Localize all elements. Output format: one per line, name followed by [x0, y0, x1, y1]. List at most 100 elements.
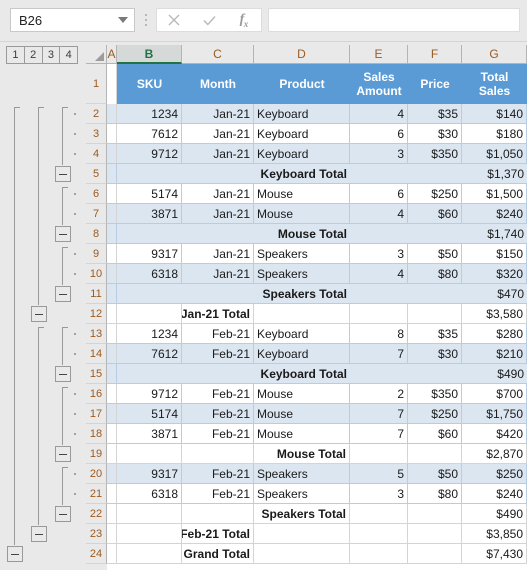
- column-a-blank-cell[interactable]: [107, 324, 117, 343]
- cell-month[interactable]: Jan-21: [182, 244, 254, 263]
- outline-collapse-button-row-24[interactable]: [7, 546, 23, 562]
- cell-total-sales[interactable]: $150: [462, 244, 527, 263]
- cell-blank-e[interactable]: [350, 304, 408, 323]
- cell-blank-f[interactable]: [408, 164, 462, 183]
- cell-total-sales[interactable]: $420: [462, 424, 527, 443]
- column-header-d[interactable]: D: [254, 45, 350, 64]
- cell-subtotal-label[interactable]: Grand Total: [182, 544, 254, 563]
- cell-blank-f[interactable]: [408, 364, 462, 383]
- header-cell-price[interactable]: Price: [408, 64, 462, 104]
- column-a-blank-cell[interactable]: [107, 504, 117, 523]
- cell-blank-c[interactable]: [182, 364, 254, 383]
- header-cell-total-sales[interactable]: Total Sales: [462, 64, 527, 104]
- cell-blank-c[interactable]: [182, 444, 254, 463]
- cell-subtotal-label[interactable]: Keyboard Total: [254, 364, 350, 383]
- cell-sku[interactable]: 9712: [117, 384, 182, 403]
- row-header-15[interactable]: 15: [86, 364, 107, 384]
- cell-blank-b[interactable]: [117, 524, 182, 543]
- cell-price[interactable]: $350: [408, 144, 462, 163]
- column-a-blank-cell[interactable]: [107, 284, 117, 303]
- header-cell-product[interactable]: Product: [254, 64, 350, 104]
- cell-blank-b[interactable]: [117, 164, 182, 183]
- column-a-blank-cell[interactable]: [107, 264, 117, 283]
- column-a-blank-cell[interactable]: [107, 464, 117, 483]
- cell-product[interactable]: Speakers: [254, 464, 350, 483]
- cell-sales-amount[interactable]: 5: [350, 464, 408, 483]
- formula-input[interactable]: [268, 8, 520, 32]
- cell-blank-f[interactable]: [408, 504, 462, 523]
- cell-sales-amount[interactable]: 6: [350, 124, 408, 143]
- cell-sales-amount[interactable]: 4: [350, 264, 408, 283]
- outline-collapse-button-row-23[interactable]: [31, 526, 47, 542]
- row-header-18[interactable]: 18: [86, 424, 107, 444]
- header-cell-sales-amount[interactable]: Sales Amount: [350, 64, 408, 104]
- column-header-c[interactable]: C: [182, 45, 254, 64]
- cell-product[interactable]: Mouse: [254, 384, 350, 403]
- cell-blank-b[interactable]: [117, 284, 182, 303]
- row-header-5[interactable]: 5: [86, 164, 107, 184]
- column-header-b[interactable]: B: [117, 45, 182, 64]
- column-a-blank-cell[interactable]: [107, 484, 117, 503]
- cell-blank-d[interactable]: [254, 304, 350, 323]
- column-a-blank-cell[interactable]: [107, 364, 117, 383]
- cell-sku[interactable]: 3871: [117, 204, 182, 223]
- cell-total-sales[interactable]: $320: [462, 264, 527, 283]
- cell-sales-amount[interactable]: 3: [350, 144, 408, 163]
- cell-sales-amount[interactable]: 7: [350, 424, 408, 443]
- row-header-22[interactable]: 22: [86, 504, 107, 524]
- cell-blank-e[interactable]: [350, 524, 408, 543]
- cell-subtotal-value[interactable]: $3,580: [462, 304, 527, 323]
- cell-price[interactable]: $80: [408, 264, 462, 283]
- header-cell-sku[interactable]: SKU: [117, 64, 182, 104]
- cell-price[interactable]: $35: [408, 104, 462, 123]
- cell-month[interactable]: Jan-21: [182, 264, 254, 283]
- row-header-20[interactable]: 20: [86, 464, 107, 484]
- cell-subtotal-value[interactable]: $490: [462, 364, 527, 383]
- cell-blank-b[interactable]: [117, 504, 182, 523]
- cell-subtotal-value[interactable]: $1,370: [462, 164, 527, 183]
- column-header-a[interactable]: A: [107, 45, 117, 64]
- cell-total-sales[interactable]: $700: [462, 384, 527, 403]
- cell-price[interactable]: $50: [408, 244, 462, 263]
- cell-sku[interactable]: 9317: [117, 464, 182, 483]
- cell-subtotal-value[interactable]: $2,870: [462, 444, 527, 463]
- row-header-8[interactable]: 8: [86, 224, 107, 244]
- cell-subtotal-label[interactable]: Feb-21 Total: [182, 524, 254, 543]
- cell-blank-e[interactable]: [350, 164, 408, 183]
- column-a-blank-cell[interactable]: [107, 164, 117, 183]
- cell-price[interactable]: $80: [408, 484, 462, 503]
- cell-sales-amount[interactable]: 3: [350, 484, 408, 503]
- cell-blank-b[interactable]: [117, 224, 182, 243]
- cell-month[interactable]: Feb-21: [182, 464, 254, 483]
- column-a-blank-cell[interactable]: [107, 224, 117, 243]
- cell-month[interactable]: Feb-21: [182, 404, 254, 423]
- cell-sku[interactable]: 9317: [117, 244, 182, 263]
- cell-total-sales[interactable]: $240: [462, 204, 527, 223]
- cell-total-sales[interactable]: $280: [462, 324, 527, 343]
- cell-sku[interactable]: 1234: [117, 104, 182, 123]
- cell-product[interactable]: Speakers: [254, 484, 350, 503]
- cell-blank-b[interactable]: [117, 444, 182, 463]
- cell-product[interactable]: Speakers: [254, 264, 350, 283]
- cell-sku[interactable]: 3871: [117, 424, 182, 443]
- cell-subtotal-label[interactable]: Jan-21 Total: [182, 304, 254, 323]
- cell-product[interactable]: Speakers: [254, 244, 350, 263]
- cell-month[interactable]: Feb-21: [182, 484, 254, 503]
- cell-price[interactable]: $60: [408, 204, 462, 223]
- column-a-blank-cell[interactable]: [107, 384, 117, 403]
- column-header-f[interactable]: F: [408, 45, 462, 64]
- row-header-6[interactable]: 6: [86, 184, 107, 204]
- column-a-blank-cell[interactable]: [107, 184, 117, 203]
- outline-collapse-button-row-19[interactable]: [55, 446, 71, 462]
- cell-blank-e[interactable]: [350, 224, 408, 243]
- cell-month[interactable]: Feb-21: [182, 384, 254, 403]
- row-header-7[interactable]: 7: [86, 204, 107, 224]
- cell-month[interactable]: Jan-21: [182, 184, 254, 203]
- cell-product[interactable]: Keyboard: [254, 144, 350, 163]
- cell-sales-amount[interactable]: 6: [350, 184, 408, 203]
- cell-month[interactable]: Jan-21: [182, 124, 254, 143]
- checkmark-icon[interactable]: [192, 9, 227, 31]
- chevron-down-icon[interactable]: [112, 9, 134, 31]
- cell-month[interactable]: Feb-21: [182, 344, 254, 363]
- cell-price[interactable]: $35: [408, 324, 462, 343]
